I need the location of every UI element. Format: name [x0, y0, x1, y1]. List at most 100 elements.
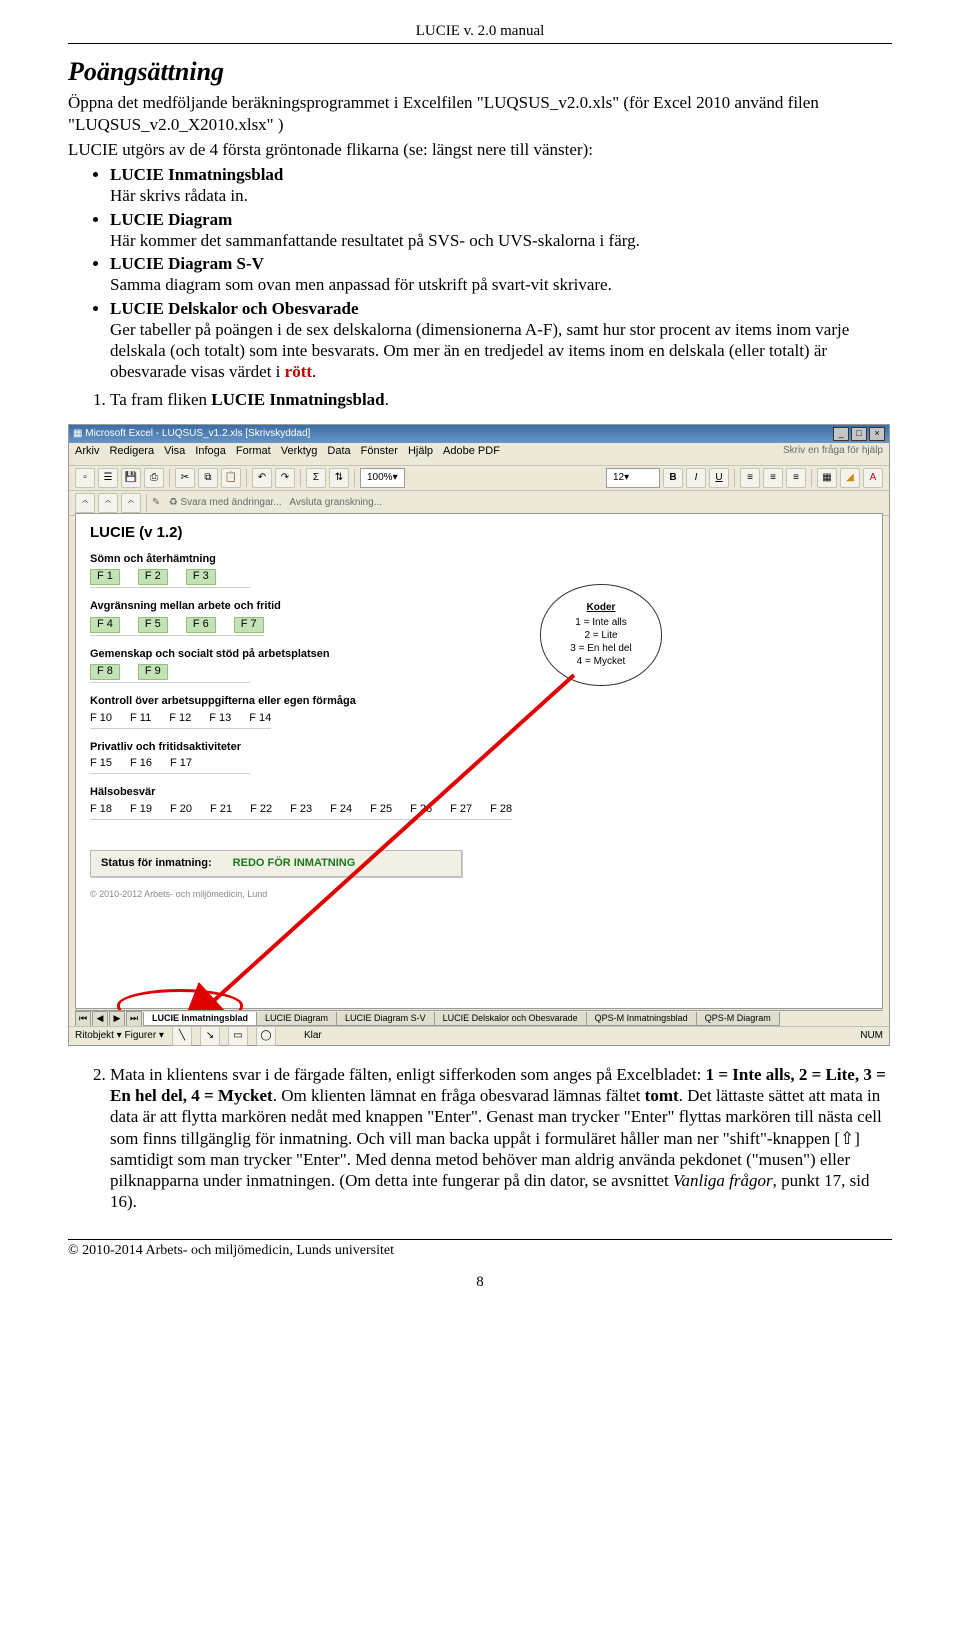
redo-icon[interactable]: ↷ [275, 468, 295, 488]
sort-icon[interactable]: ⇅ [329, 468, 349, 488]
tab-qpsm-diagram[interactable]: QPS-M Diagram [696, 1012, 780, 1026]
sum-icon[interactable]: Σ [306, 468, 326, 488]
field-cell[interactable]: F 14 [249, 712, 271, 726]
field-row: F 1 F 2 F 3 [90, 569, 250, 588]
field-group: Avgränsning mellan arbete och fritidF 4F… [90, 600, 868, 636]
field-row: F 18 F 19 F 20 F 21 F 22 F 23 F 24 F 25 F 26 F 27… [90, 803, 512, 820]
arrow-icon[interactable]: ↘ [200, 1026, 220, 1046]
help-hint[interactable]: Skriv en fråga för hjälp [783, 445, 883, 463]
worksheet-area: LUCIE (v 1.2) Sömn och återhämtningF 1F … [75, 513, 883, 1009]
field-cell[interactable]: F 27 [450, 803, 472, 817]
field-cell[interactable]: F 1 [90, 569, 120, 585]
menu-data[interactable]: Data [327, 445, 350, 463]
tab-inmatningsblad[interactable]: LUCIE Inmatningsblad [143, 1012, 257, 1026]
minimize-button[interactable]: _ [833, 427, 849, 441]
field-cell[interactable]: F 21 [210, 803, 232, 817]
menu-format[interactable]: Format [236, 445, 271, 463]
tab-qpsm-inmat[interactable]: QPS-M Inmatningsblad [586, 1012, 697, 1026]
field-cell[interactable]: F 13 [209, 712, 231, 726]
menu-infoga[interactable]: Infoga [195, 445, 226, 463]
undo-icon[interactable]: ↶ [252, 468, 272, 488]
field-cell[interactable]: F 23 [290, 803, 312, 817]
tab-diagram[interactable]: LUCIE Diagram [256, 1012, 337, 1026]
menu-arkiv[interactable]: Arkiv [75, 445, 99, 463]
field-cell[interactable]: F 9 [138, 664, 168, 680]
field-cell[interactable]: F 15 [90, 757, 112, 771]
field-cell[interactable]: F 6 [186, 617, 216, 633]
toolbar-row-1: ▫ ☰ 💾 ⎙ ✂ ⧉ 📋 ↶ ↷ Σ ⇅ 100% ▾ 12 ▾ B I U … [69, 466, 889, 491]
menu-redigera[interactable]: Redigera [109, 445, 154, 463]
menubar[interactable]: Arkiv Redigera Visa Infoga Format Verkty… [69, 443, 889, 466]
close-button[interactable]: × [869, 427, 885, 441]
field-cell[interactable]: F 18 [90, 803, 112, 817]
field-cell[interactable]: F 25 [370, 803, 392, 817]
align-left-icon[interactable]: ≡ [740, 468, 760, 488]
tab-diagram-sv[interactable]: LUCIE Diagram S-V [336, 1012, 435, 1026]
font-color-icon[interactable]: A [863, 468, 883, 488]
field-cell[interactable]: F 5 [138, 617, 168, 633]
field-cell[interactable]: F 16 [130, 757, 152, 771]
tab-nav-next[interactable]: ▶ [109, 1011, 125, 1027]
field-cell[interactable]: F 8 [90, 664, 120, 680]
excel-icon: ▦ [73, 428, 82, 441]
paste-icon[interactable]: 📋 [221, 468, 241, 488]
sheet-copyright: © 2010-2012 Arbets- och miljömedicin, Lu… [90, 889, 868, 900]
excel-screenshot: ▦ Microsoft Excel - LUQSUS_v1.2.xls [Skr… [68, 424, 890, 1046]
window-title: Microsoft Excel - LUQSUS_v1.2.xls [Skriv… [85, 428, 310, 441]
align-center-icon[interactable]: ≡ [763, 468, 783, 488]
italic-icon[interactable]: I [686, 468, 706, 488]
field-cell[interactable]: F 26 [410, 803, 432, 817]
print-icon[interactable]: ⎙ [144, 468, 164, 488]
tab-nav-last[interactable]: ⏭ [126, 1011, 142, 1027]
fontsize-select[interactable]: 12 ▾ [606, 468, 660, 488]
underline-icon[interactable]: U [709, 468, 729, 488]
tab-nav-prev[interactable]: ◀ [92, 1011, 108, 1027]
field-cell[interactable]: F 20 [170, 803, 192, 817]
align-right-icon[interactable]: ≡ [786, 468, 806, 488]
titlebar: ▦ Microsoft Excel - LUQSUS_v1.2.xls [Skr… [69, 425, 889, 443]
borders-icon[interactable]: ▦ [817, 468, 837, 488]
field-cell[interactable]: F 17 [170, 757, 192, 771]
field-cell[interactable]: F 12 [169, 712, 191, 726]
cut-icon[interactable]: ✂ [175, 468, 195, 488]
field-cell[interactable]: F 2 [138, 569, 168, 585]
field-cell[interactable]: F 10 [90, 712, 112, 726]
menu-visa[interactable]: Visa [164, 445, 185, 463]
copy-icon[interactable]: ⧉ [198, 468, 218, 488]
field-cell[interactable]: F 28 [490, 803, 512, 817]
field-cell[interactable]: F 11 [130, 712, 151, 726]
rect-icon[interactable]: ▭ [228, 1026, 248, 1046]
fill-color-icon[interactable]: ◢ [840, 468, 860, 488]
statusbar-klar: Klar [304, 1030, 322, 1043]
header-title: LUCIE v. 2.0 manual [68, 22, 892, 44]
field-cell[interactable]: F 24 [330, 803, 352, 817]
statusbar-num: NUM [860, 1030, 883, 1043]
bold-icon[interactable]: B [663, 468, 683, 488]
line-icon[interactable]: ╲ [172, 1026, 192, 1046]
save-icon[interactable]: 💾 [121, 468, 141, 488]
field-cell[interactable]: F 4 [90, 617, 120, 633]
menu-hjalp[interactable]: Hjälp [408, 445, 433, 463]
pdf-icon-3[interactable]: 𝄐 [121, 493, 141, 513]
field-group-title: Kontroll över arbetsuppgifterna eller eg… [90, 695, 868, 709]
field-cell[interactable]: F 7 [234, 617, 264, 633]
tab-delskalor[interactable]: LUCIE Delskalor och Obesvarade [434, 1012, 587, 1026]
section-title: Poängsättning [68, 56, 892, 89]
maximize-button[interactable]: □ [851, 427, 867, 441]
open-icon[interactable]: ☰ [98, 468, 118, 488]
field-cell[interactable]: F 3 [186, 569, 216, 585]
menu-verktyg[interactable]: Verktyg [281, 445, 318, 463]
new-icon[interactable]: ▫ [75, 468, 95, 488]
field-cell[interactable]: F 19 [130, 803, 152, 817]
field-cell[interactable]: F 22 [250, 803, 272, 817]
field-group-title: Hälsobesvär [90, 786, 868, 800]
pdf-icon-2[interactable]: 𝄐 [98, 493, 118, 513]
koder-bubble: Koder 1 = Inte alls 2 = Lite 3 = En hel … [540, 584, 662, 686]
drawbar-left[interactable]: Ritobjekt ▾ Figurer ▾ [75, 1030, 164, 1043]
menu-adobepdf[interactable]: Adobe PDF [443, 445, 500, 463]
pdf-icon[interactable]: 𝄐 [75, 493, 95, 513]
zoom-select[interactable]: 100% ▾ [360, 468, 405, 488]
menu-fonster[interactable]: Fönster [361, 445, 398, 463]
oval-icon[interactable]: ◯ [256, 1026, 276, 1046]
tab-nav-first[interactable]: ⏮ [75, 1011, 91, 1027]
